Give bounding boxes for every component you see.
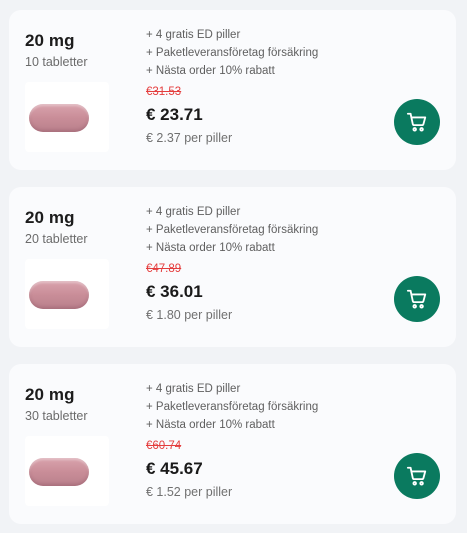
pill-image	[29, 281, 89, 309]
quantity-label: 20 tabletter	[25, 232, 88, 246]
quantity-label: 10 tabletter	[25, 55, 88, 69]
benefit-item: + 4 gratis ED piller	[146, 206, 241, 218]
benefit-item: + 4 gratis ED piller	[146, 29, 241, 41]
dose-label: 20 mg	[25, 385, 75, 404]
benefits-list: + 4 gratis ED piller + Paketleveransföre…	[146, 203, 318, 257]
per-pill-price: € 1.80 per piller	[146, 308, 233, 322]
old-price: €31.53	[146, 86, 182, 98]
price: € 23.71	[146, 105, 203, 124]
product-image	[25, 436, 109, 506]
benefit-item: + 4 gratis ED piller	[146, 383, 241, 395]
old-price: €60.74	[146, 440, 182, 452]
price: € 45.67	[146, 459, 203, 478]
cart-icon	[406, 112, 427, 132]
benefit-item: + Nästa order 10% rabatt	[146, 242, 275, 254]
benefits-list: + 4 gratis ED piller + Paketleveransföre…	[146, 380, 318, 434]
dose-label: 20 mg	[25, 208, 75, 227]
price: € 36.01	[146, 282, 203, 301]
old-price: €47.89	[146, 263, 182, 275]
quantity-label: 30 tabletter	[25, 409, 88, 423]
add-to-cart-button[interactable]	[394, 453, 440, 499]
cart-icon	[406, 289, 427, 309]
add-to-cart-button[interactable]	[394, 99, 440, 145]
benefits-list: + 4 gratis ED piller + Paketleveransföre…	[146, 26, 318, 80]
per-pill-price: € 2.37 per piller	[146, 131, 233, 145]
offer-card: 20 mg 30 tabletter + 4 gratis ED piller …	[9, 364, 456, 524]
add-to-cart-button[interactable]	[394, 276, 440, 322]
benefit-item: + Paketleveransföretag försäkring	[146, 47, 319, 59]
product-image	[25, 259, 109, 329]
cart-icon	[406, 466, 427, 486]
per-pill-price: € 1.52 per piller	[146, 485, 233, 499]
dose-label: 20 mg	[25, 31, 75, 50]
product-image	[25, 82, 109, 152]
pill-image	[29, 458, 89, 486]
benefit-item: + Nästa order 10% rabatt	[146, 65, 275, 77]
offer-card: 20 mg 20 tabletter + 4 gratis ED piller …	[9, 187, 456, 347]
benefit-item: + Nästa order 10% rabatt	[146, 419, 275, 431]
offer-card: 20 mg 10 tabletter + 4 gratis ED piller …	[9, 10, 456, 170]
benefit-item: + Paketleveransföretag försäkring	[146, 401, 319, 413]
benefit-item: + Paketleveransföretag försäkring	[146, 224, 319, 236]
pill-image	[29, 104, 89, 132]
